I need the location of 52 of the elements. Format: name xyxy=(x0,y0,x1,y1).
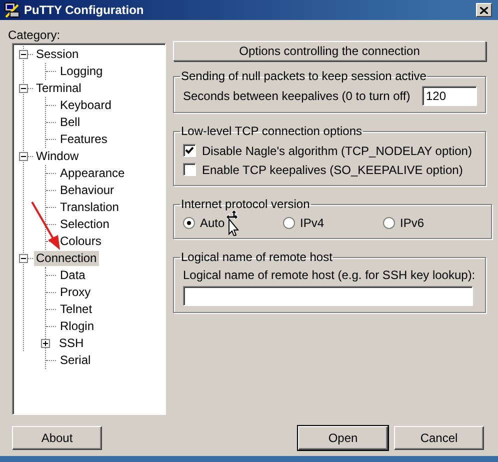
tree-item[interactable]: Rlogin xyxy=(58,319,96,334)
radio-label: IPv6 xyxy=(400,216,424,230)
window-title: PuTTY Configuration xyxy=(24,3,145,17)
tree-item[interactable]: Window xyxy=(34,149,81,164)
radio-label: Auto xyxy=(200,216,225,230)
group-title: Logical name of remote host xyxy=(180,250,334,264)
dialog-button[interactable]: Open xyxy=(298,426,388,450)
expand-icon[interactable] xyxy=(41,339,50,348)
checkbox-label: Disable Nagle's algorithm (TCP_NODELAY option) xyxy=(202,144,472,158)
collapse-icon[interactable] xyxy=(19,152,28,161)
tree-item[interactable]: Terminal xyxy=(34,81,84,96)
tree-item[interactable]: Session xyxy=(34,47,81,62)
field-label: Seconds between keepalives (0 to turn off) xyxy=(183,89,410,103)
checkbox[interactable] xyxy=(183,144,196,157)
cursor-icon xyxy=(226,210,242,236)
tree-item[interactable]: Data xyxy=(58,268,88,283)
collapse-icon[interactable] xyxy=(19,50,28,59)
tree-item[interactable]: Features xyxy=(58,132,110,147)
group-title: Sending of null packets to keep session active xyxy=(180,69,428,83)
input-field[interactable] xyxy=(183,286,473,306)
close-button[interactable] xyxy=(476,3,492,17)
tree-item[interactable]: SSH xyxy=(57,336,86,351)
checkbox-label: Enable TCP keepalives (SO_KEEPALIVE option) xyxy=(202,162,463,176)
tree-item[interactable]: Connection xyxy=(34,251,99,266)
tree-item[interactable]: Bell xyxy=(58,115,82,130)
close-icon xyxy=(480,6,488,14)
tree-item[interactable]: Serial xyxy=(58,353,93,368)
radio-button[interactable] xyxy=(283,217,295,229)
tree-item[interactable]: Translation xyxy=(58,200,121,215)
radio-button[interactable] xyxy=(183,217,195,229)
input-field[interactable]: 120 xyxy=(422,86,477,106)
checkbox[interactable] xyxy=(183,163,196,176)
tree-item[interactable]: Appearance xyxy=(58,166,127,181)
tree-item[interactable]: Logging xyxy=(58,64,105,79)
dialog-button[interactable]: About xyxy=(12,426,102,450)
field-label: Logical name of remote host (e.g. for SSH key lookup): xyxy=(183,268,476,282)
tree-item[interactable]: Proxy xyxy=(58,285,93,300)
collapse-icon[interactable] xyxy=(19,84,28,93)
group-title: Internet protocol version xyxy=(180,197,311,211)
tree-item[interactable]: Colours xyxy=(58,234,104,249)
computer-icon xyxy=(4,2,20,18)
group-title: Low-level TCP connection options xyxy=(180,124,363,138)
dialog-button[interactable]: Cancel xyxy=(394,426,484,450)
radio-button[interactable] xyxy=(383,217,395,229)
tree-item[interactable]: Selection xyxy=(58,217,112,232)
tree-item[interactable]: Behaviour xyxy=(58,183,116,198)
tree-item[interactable]: Keyboard xyxy=(58,98,114,113)
tree-item[interactable]: Telnet xyxy=(58,302,94,317)
panel-heading: Options controlling the connection xyxy=(173,41,486,61)
category-label: Category: xyxy=(8,27,60,43)
collapse-icon[interactable] xyxy=(19,254,28,263)
radio-label: IPv4 xyxy=(300,216,324,230)
